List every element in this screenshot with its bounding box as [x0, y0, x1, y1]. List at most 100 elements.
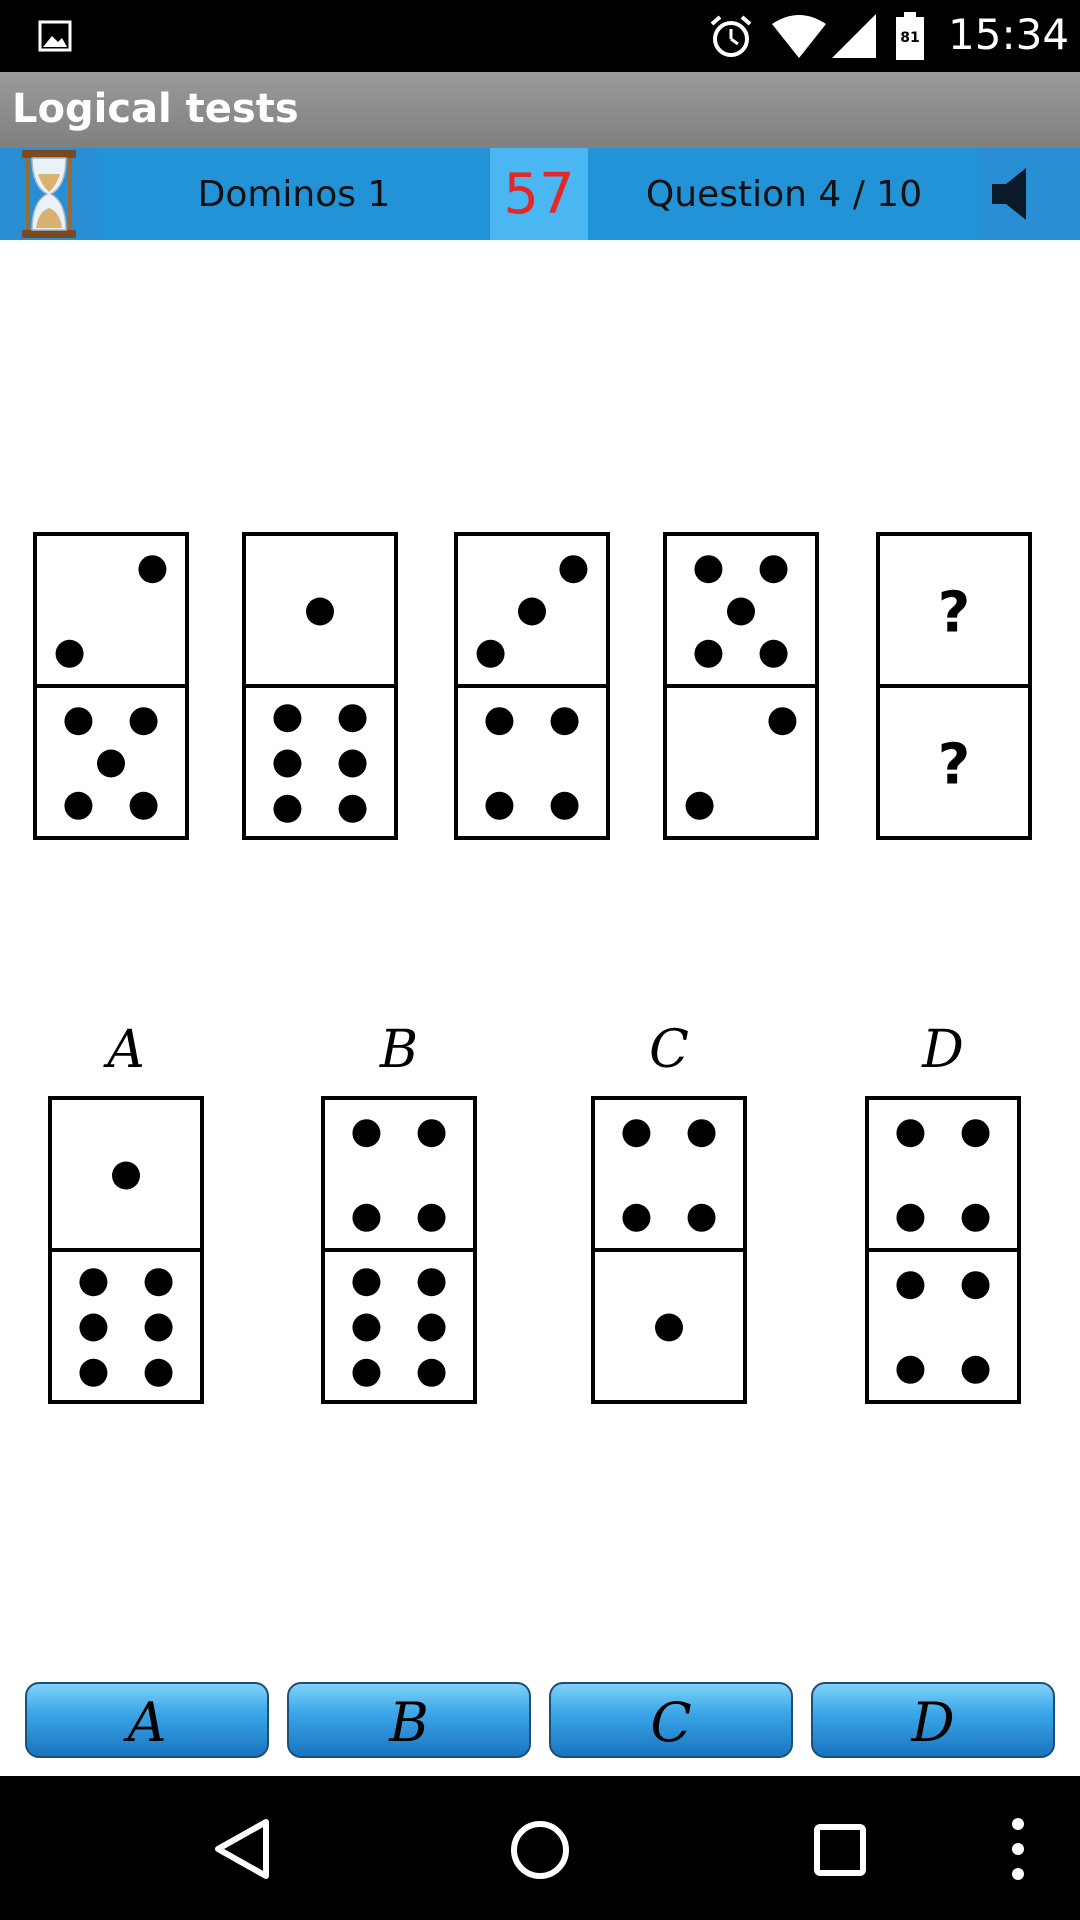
pip [518, 597, 546, 626]
pip [768, 707, 797, 736]
info-bar: Dominos 1 57 Question 4 / 10 [0, 148, 1080, 240]
app-title: Logical tests [12, 86, 299, 132]
pip [485, 707, 514, 736]
pip [550, 791, 579, 820]
countdown-timer: 57 [490, 148, 588, 240]
pip [759, 555, 788, 584]
pip [144, 1268, 173, 1297]
hourglass-cell [0, 148, 98, 240]
question-counter: Question 4 / 10 [645, 173, 923, 215]
speaker-icon [992, 168, 1026, 220]
option-label-c: C [649, 1020, 689, 1080]
recent-apps-icon[interactable] [814, 1824, 866, 1876]
pip [476, 639, 505, 668]
pip [129, 791, 158, 820]
pip [550, 707, 579, 736]
option-domino-d [865, 1096, 1021, 1404]
pip [622, 1119, 651, 1148]
gallery-icon [38, 20, 72, 52]
answer-button-c[interactable]: C [549, 1682, 793, 1758]
pip [622, 1203, 651, 1232]
pip [694, 555, 723, 584]
pip [352, 1119, 381, 1148]
domino-bottom-half [655, 1313, 683, 1342]
pip [417, 1119, 446, 1148]
pip [961, 1203, 990, 1232]
pip [144, 1313, 173, 1342]
pip [352, 1203, 381, 1232]
answer-button-b[interactable]: B [287, 1682, 531, 1758]
pip [338, 749, 367, 778]
pip [685, 791, 714, 820]
option-label-d: D [922, 1020, 964, 1080]
sequence-domino-1 [33, 532, 189, 840]
pip [129, 707, 158, 736]
domino-top-half: ? [938, 581, 970, 646]
app-title-bar: Logical tests [0, 72, 1080, 148]
pip [273, 749, 302, 778]
pip [79, 1313, 108, 1342]
domino-bottom-half: ? [938, 733, 970, 798]
pip [896, 1119, 925, 1148]
status-bar: 81 15:34 [0, 0, 1080, 72]
pip [559, 555, 588, 584]
pip [144, 1358, 173, 1387]
pip [97, 749, 125, 778]
unknown-mark: ? [938, 733, 970, 798]
pip [417, 1203, 446, 1232]
pip [64, 791, 93, 820]
pip [138, 555, 167, 584]
pip [273, 794, 302, 823]
unknown-mark: ? [938, 581, 970, 646]
answer-button-d[interactable]: D [811, 1682, 1055, 1758]
option-domino-b [321, 1096, 477, 1404]
pip [687, 1203, 716, 1232]
pip [759, 639, 788, 668]
pip [273, 704, 302, 733]
option-label-a: A [107, 1020, 145, 1080]
svg-text:81: 81 [900, 30, 919, 46]
pip [417, 1313, 446, 1342]
pip [338, 794, 367, 823]
pip [961, 1355, 990, 1384]
option-domino-c [591, 1096, 747, 1404]
navigation-bar [0, 1776, 1080, 1920]
pip [896, 1203, 925, 1232]
pip [306, 597, 334, 626]
sequence-domino-2 [242, 532, 398, 840]
home-icon[interactable] [510, 1820, 570, 1880]
pip [961, 1119, 990, 1148]
test-name: Dominos 1 [197, 173, 391, 215]
pip [694, 639, 723, 668]
answer-options: A B C D [0, 1020, 1080, 1410]
back-icon[interactable] [212, 1818, 272, 1880]
domino-top-half [112, 1161, 140, 1190]
pip [55, 639, 84, 668]
pip [352, 1268, 381, 1297]
pip [112, 1161, 140, 1190]
hourglass-icon [22, 150, 76, 238]
pip [417, 1358, 446, 1387]
pip [417, 1268, 446, 1297]
sequence-domino-5: ?? [876, 532, 1032, 840]
signal-icon [832, 14, 876, 58]
status-clock: 15:34 [948, 10, 1070, 59]
pip [64, 707, 93, 736]
pip [485, 791, 514, 820]
pip [896, 1271, 925, 1300]
pip [687, 1119, 716, 1148]
pip [338, 704, 367, 733]
pip [961, 1271, 990, 1300]
sound-toggle[interactable] [980, 148, 1080, 240]
domino-sequence: ?? [0, 520, 1080, 840]
pip [79, 1268, 108, 1297]
pip [655, 1313, 683, 1342]
pip [727, 597, 755, 626]
answer-button-a[interactable]: A [25, 1682, 269, 1758]
domino-top-half [306, 597, 334, 626]
battery-icon: 81 [896, 12, 924, 60]
pip [79, 1358, 108, 1387]
pip [352, 1358, 381, 1387]
overflow-menu-icon[interactable] [1010, 1816, 1026, 1882]
pip [896, 1355, 925, 1384]
